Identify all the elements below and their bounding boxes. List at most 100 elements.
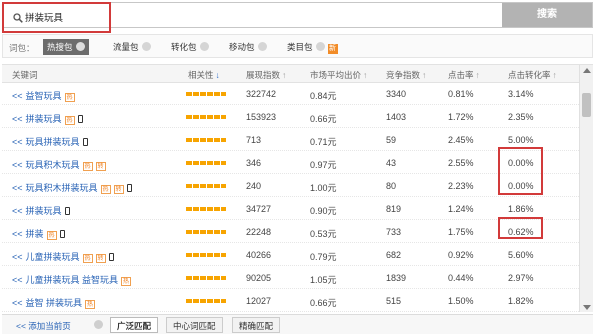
keyword-tag-badge: 热 bbox=[64, 93, 75, 102]
competition-cell: 515 bbox=[386, 296, 402, 306]
impressions-cell: 346 bbox=[246, 158, 262, 168]
help-icon bbox=[75, 42, 85, 51]
keyword-text: 玩具积木拼装玩具 bbox=[25, 183, 98, 193]
add-current-page-link[interactable]: << 添加当前页 bbox=[16, 320, 71, 332]
add-keyword-arrows[interactable]: << bbox=[12, 160, 23, 170]
mobile-phone-icon bbox=[126, 184, 132, 192]
keyword-text: 益智玩具 bbox=[25, 91, 62, 101]
search-button[interactable]: 搜索 bbox=[502, 3, 592, 27]
keyword-cell[interactable]: << 玩具积木玩具热转 bbox=[12, 158, 106, 171]
table-row: << 玩具积木玩具热转 346 0.97元 43 2.55% 0.00% bbox=[2, 153, 579, 174]
impressions-cell: 40266 bbox=[246, 250, 272, 260]
pack-tab-label: 类目包 bbox=[287, 42, 313, 52]
add-keyword-arrows[interactable]: << bbox=[12, 298, 23, 308]
add-keyword-arrows[interactable]: << bbox=[12, 275, 23, 285]
cvr-cell: 1.86% bbox=[508, 204, 534, 214]
relevance-bar bbox=[186, 230, 226, 234]
ctr-cell: 0.92% bbox=[448, 250, 474, 260]
keyword-cell[interactable]: << 拼装玩具 bbox=[12, 204, 70, 217]
keyword-tag-badge: 热 bbox=[121, 277, 132, 286]
vertical-scrollbar[interactable] bbox=[579, 65, 593, 312]
help-icon bbox=[257, 42, 267, 51]
keyword-cell[interactable]: << 玩具积木拼装玩具热转 bbox=[12, 181, 132, 194]
relevance-bar bbox=[186, 161, 226, 165]
sort-icon: ↑ bbox=[552, 70, 557, 80]
pack-tab-label: 移动包 bbox=[229, 42, 255, 52]
keyword-cell[interactable]: << 拼装热 bbox=[12, 227, 65, 240]
scroll-down-arrow-icon[interactable] bbox=[583, 305, 591, 310]
competition-cell: 3340 bbox=[386, 89, 407, 99]
keyword-cell[interactable]: << 儿童拼装玩具 益智玩具热 bbox=[12, 273, 132, 286]
keyword-text: 拼装玩具 bbox=[25, 114, 62, 124]
avg-price-cell: 0.84元 bbox=[310, 91, 337, 101]
header-cvr[interactable]: 点击转化率 ↑ bbox=[508, 69, 557, 81]
help-icon bbox=[141, 42, 151, 51]
competition-cell: 733 bbox=[386, 227, 402, 237]
help-icon[interactable] bbox=[94, 320, 103, 329]
table-row: << 儿童拼装玩具 益智玩具热 90205 1.05元 1839 0.44% 2.97% bbox=[2, 268, 579, 289]
add-keyword-arrows[interactable]: << bbox=[12, 137, 23, 147]
pack-tab-category[interactable]: 类目包 新 bbox=[283, 39, 342, 55]
pack-tab-label: 流量包 bbox=[113, 42, 139, 52]
relevance-bar bbox=[186, 253, 226, 257]
table-row: << 益智玩具热 322742 0.84元 3340 0.81% 3.14% bbox=[2, 84, 579, 105]
relevance-bar bbox=[186, 92, 226, 96]
scroll-thumb[interactable] bbox=[582, 93, 591, 117]
avg-price-cell: 0.97元 bbox=[310, 160, 337, 170]
add-keyword-arrows[interactable]: << bbox=[12, 206, 23, 216]
relevance-bar bbox=[186, 276, 226, 280]
ctr-cell: 2.23% bbox=[448, 181, 474, 191]
keyword-cell[interactable]: << 益智玩具热 bbox=[12, 89, 75, 102]
ctr-cell: 2.45% bbox=[448, 135, 474, 145]
keyword-tag-badge: 热 bbox=[46, 231, 57, 240]
keyword-cell[interactable]: << 益智 拼装玩具热 bbox=[12, 296, 96, 309]
keyword-cell[interactable]: << 儿童拼装玩具热转 bbox=[12, 250, 114, 263]
table-row: << 拼装玩具 34727 0.90元 819 1.24% 1.86% bbox=[2, 199, 579, 220]
avg-price-cell: 0.71元 bbox=[310, 137, 337, 147]
keyword-tag-badge: 转 bbox=[95, 162, 106, 171]
competition-cell: 819 bbox=[386, 204, 402, 214]
table-row: << 玩具拼装玩具 713 0.71元 59 2.45% 5.00% bbox=[2, 130, 579, 151]
header-relevance[interactable]: 相关性 ↓ bbox=[188, 69, 220, 81]
impressions-cell: 22248 bbox=[246, 227, 272, 237]
keyword-cell[interactable]: << 拼装玩具热 bbox=[12, 112, 83, 125]
keyword-cell[interactable]: << 玩具拼装玩具 bbox=[12, 135, 88, 148]
ctr-cell: 1.50% bbox=[448, 296, 474, 306]
add-keyword-arrows[interactable]: << bbox=[12, 183, 23, 193]
keyword-text: 拼装玩具 bbox=[25, 206, 62, 216]
keyword-tag-badge: 热 bbox=[82, 254, 93, 263]
header-keyword: 关键词 bbox=[12, 70, 38, 80]
help-icon bbox=[315, 42, 325, 51]
add-keyword-arrows[interactable]: << bbox=[12, 114, 23, 124]
cvr-cell: 3.14% bbox=[508, 89, 534, 99]
header-impressions[interactable]: 展现指数 ↑ bbox=[246, 69, 286, 81]
add-keyword-arrows[interactable]: << bbox=[12, 229, 23, 239]
sort-icon: ↑ bbox=[363, 70, 368, 80]
add-keyword-arrows[interactable]: << bbox=[12, 252, 23, 262]
cvr-highlight-box-zero bbox=[498, 147, 543, 195]
relevance-bar bbox=[186, 115, 226, 119]
header-competition[interactable]: 竞争指数 ↑ bbox=[386, 69, 426, 81]
pack-tab-hot[interactable]: 热搜包 bbox=[43, 39, 89, 55]
tab-exact-match[interactable]: 精确匹配 bbox=[232, 317, 281, 333]
pack-tab-conversion[interactable]: 转化包 bbox=[167, 39, 213, 55]
pack-tab-traffic[interactable]: 流量包 bbox=[109, 39, 155, 55]
new-badge: 新 bbox=[327, 44, 338, 54]
tab-broad-match[interactable]: 广泛匹配 bbox=[110, 317, 159, 333]
sort-icon: ↑ bbox=[475, 70, 480, 80]
header-label: 点击转化率 bbox=[508, 70, 551, 80]
add-keyword-arrows[interactable]: << bbox=[12, 91, 23, 101]
tab-phrase-match[interactable]: 中心词匹配 bbox=[166, 317, 223, 333]
pack-tab-mobile[interactable]: 移动包 bbox=[225, 39, 271, 55]
sort-icon: ↑ bbox=[422, 70, 427, 80]
pack-tab-label: 转化包 bbox=[171, 42, 197, 52]
avg-price-cell: 1.05元 bbox=[310, 275, 337, 285]
avg-price-cell: 0.66元 bbox=[310, 298, 337, 308]
keyword-text: 玩具积木玩具 bbox=[25, 160, 80, 170]
ctr-cell: 2.55% bbox=[448, 158, 474, 168]
header-ctr[interactable]: 点击率 ↑ bbox=[448, 69, 480, 81]
scroll-up-arrow-icon[interactable] bbox=[583, 68, 591, 73]
header-avg-price[interactable]: 市场平均出价 ↑ bbox=[310, 69, 367, 81]
competition-cell: 1403 bbox=[386, 112, 407, 122]
help-icon bbox=[199, 42, 209, 51]
